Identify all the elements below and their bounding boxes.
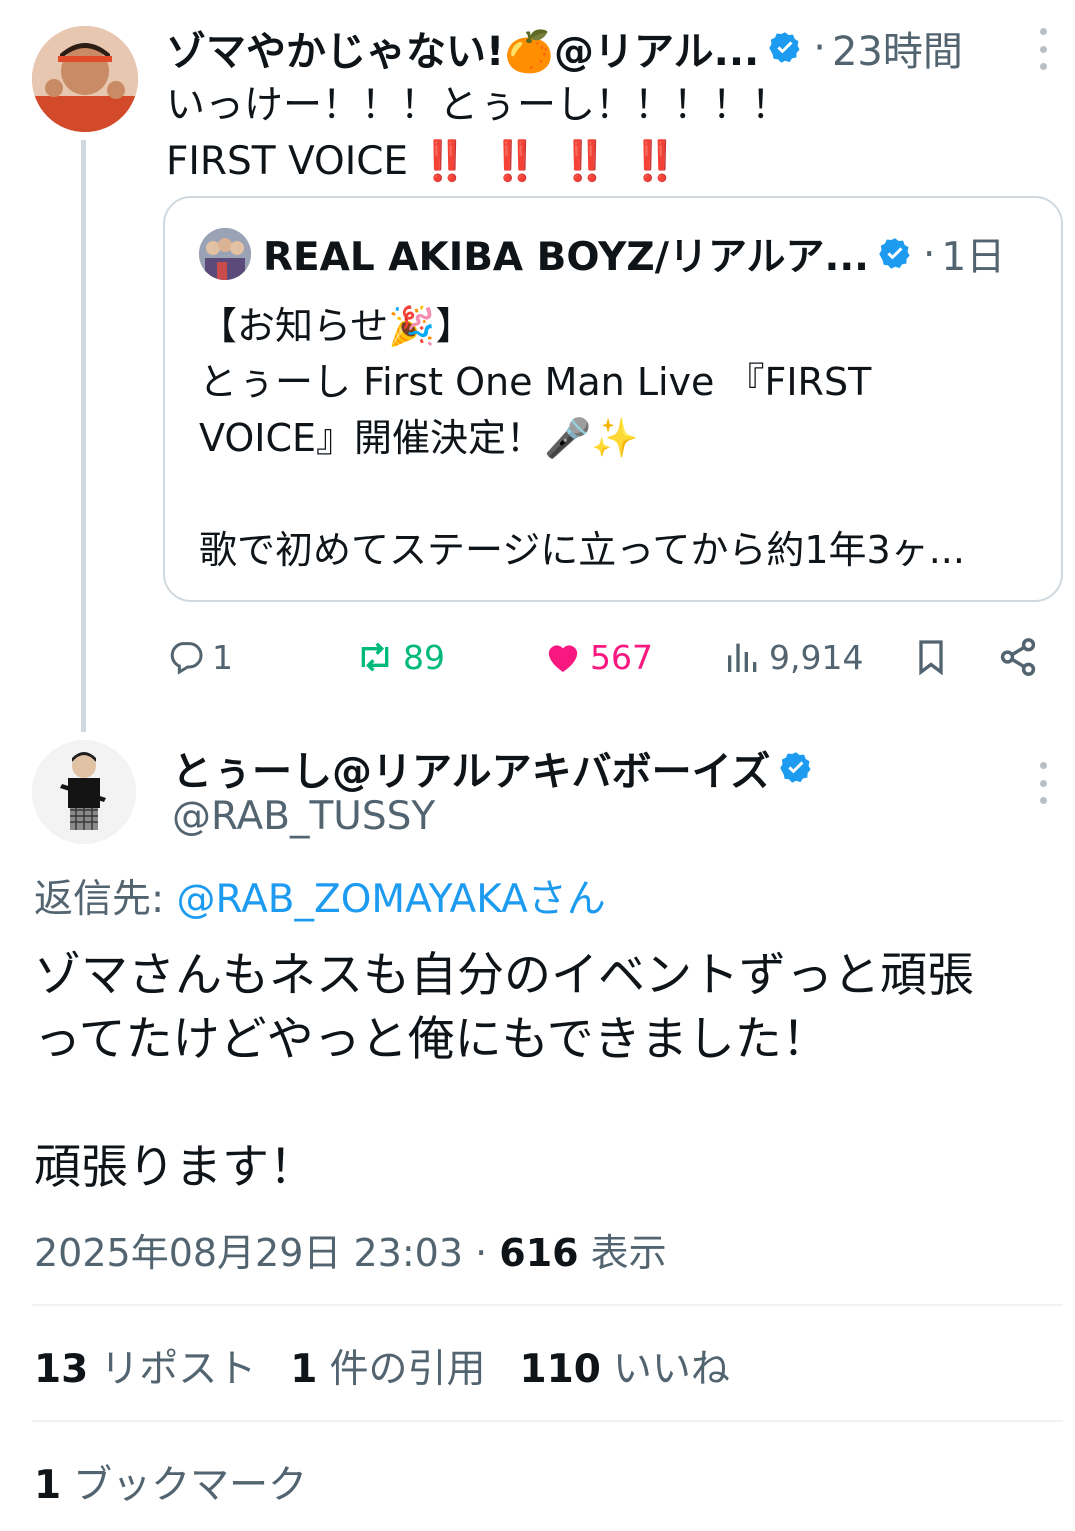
quoted-display-name: REAL AKIBA BOYZ/リアルア...: [263, 235, 869, 280]
parent-text-line1: いっけー！！！とぅーし！！！！！: [166, 83, 791, 128]
reply-to-mention[interactable]: @RAB_ZOMAYAKAさん: [177, 877, 606, 922]
like-icon: [548, 645, 578, 672]
double-exclamation-emoji: ‼️ ‼️ ‼️ ‼️: [420, 139, 684, 184]
bookmark-button[interactable]: [911, 630, 957, 684]
reposts-label: リポスト: [100, 1347, 257, 1392]
views-count: 9,914: [769, 637, 864, 677]
share-icon: [1000, 638, 1036, 676]
parent-text-line2: FIRST VOICE: [166, 139, 409, 184]
like-count: 567: [590, 637, 653, 677]
quotes-label: 件の引用: [329, 1347, 486, 1392]
meta-separator: ·: [463, 1231, 500, 1275]
time-separator: ·: [813, 25, 826, 71]
like-button[interactable]: 567: [542, 630, 653, 684]
thread-line: [81, 140, 86, 732]
quoted-header: REAL AKIBA BOYZ/リアルア... · 1日: [263, 224, 1005, 284]
quoted-avatar: [199, 228, 251, 280]
tweet-meta: 2025年08月29日 23:03 · 616 表示: [34, 1222, 667, 1277]
likes-count: 110: [519, 1347, 601, 1392]
reply-to-prefix: 返信先:: [34, 877, 177, 922]
verified-badge-icon: [767, 30, 803, 66]
parent-display-name[interactable]: ゾマやかじゃない!🍊@リアル...: [166, 19, 759, 77]
repost-button[interactable]: 89: [353, 630, 445, 684]
views-button[interactable]: 9,914: [723, 630, 863, 684]
quoted-tweet-card[interactable]: REAL AKIBA BOYZ/リアルア... · 1日 【お知らせ🎉】 とぅー…: [163, 196, 1063, 602]
reply-to-line: 返信先: @RAB_ZOMAYAKAさん: [34, 868, 606, 924]
divider: [32, 1304, 1063, 1306]
views-icon: [728, 643, 757, 672]
main-name-row: とぅーし@リアルアキバボーイズ: [172, 738, 814, 798]
likes-stat[interactable]: 110 いいね: [519, 1338, 729, 1394]
parent-header: ゾマやかじゃない!🍊@リアル... · 23時間: [166, 20, 963, 76]
bookmarks-count: 1: [34, 1463, 62, 1508]
parent-time[interactable]: 23時間: [832, 19, 963, 77]
more-icon[interactable]: [1037, 28, 1049, 70]
reply-icon: [170, 642, 203, 675]
repost-icon: [361, 642, 389, 672]
bookmarks-label: ブックマーク: [73, 1463, 308, 1508]
quotes-stat[interactable]: 1 件の引用: [290, 1338, 485, 1394]
main-tweet-text: ゾマさんもネスも自分のイベントずっと頑張 ってたけどやっと俺にもできました！ 頑…: [34, 948, 974, 1195]
main-display-name[interactable]: とぅーし@リアルアキバボーイズ: [172, 739, 770, 797]
main-avatar[interactable]: [32, 740, 136, 844]
quoted-text: 【お知らせ🎉】 とぅーし First One Man Live 『FIRST V…: [199, 304, 965, 572]
more-icon[interactable]: [1037, 762, 1049, 804]
likes-label: いいね: [612, 1347, 730, 1392]
parent-avatar[interactable]: [32, 26, 138, 132]
engagement-stats: 13 リポスト 1 件の引用 110 いいね: [34, 1338, 730, 1394]
verified-badge-icon: [778, 750, 814, 786]
verified-badge-icon: [877, 236, 913, 272]
bookmarks-stat: 1 ブックマーク: [34, 1454, 307, 1510]
timestamp[interactable]: 2025年08月29日 23:03: [34, 1231, 463, 1275]
repost-count: 89: [403, 637, 445, 677]
divider: [32, 1420, 1063, 1422]
view-count: 616: [499, 1231, 579, 1275]
quoted-time: 1日: [941, 235, 1006, 280]
reply-button[interactable]: 1: [166, 630, 233, 684]
quotes-count: 1: [290, 1347, 318, 1392]
reply-count: 1: [212, 637, 233, 677]
bookmark-icon: [919, 640, 943, 676]
main-handle[interactable]: @RAB_TUSSY: [172, 794, 435, 839]
time-separator: ·: [923, 231, 936, 277]
reposts-count: 13: [34, 1347, 89, 1392]
reposts-stat[interactable]: 13 リポスト: [34, 1338, 256, 1394]
share-button[interactable]: [997, 630, 1045, 684]
parent-tweet-text: いっけー！！！とぅーし！！！！！ FIRST VOICE ‼️ ‼️ ‼️ ‼️: [166, 78, 790, 190]
view-label: 表示: [578, 1231, 667, 1275]
